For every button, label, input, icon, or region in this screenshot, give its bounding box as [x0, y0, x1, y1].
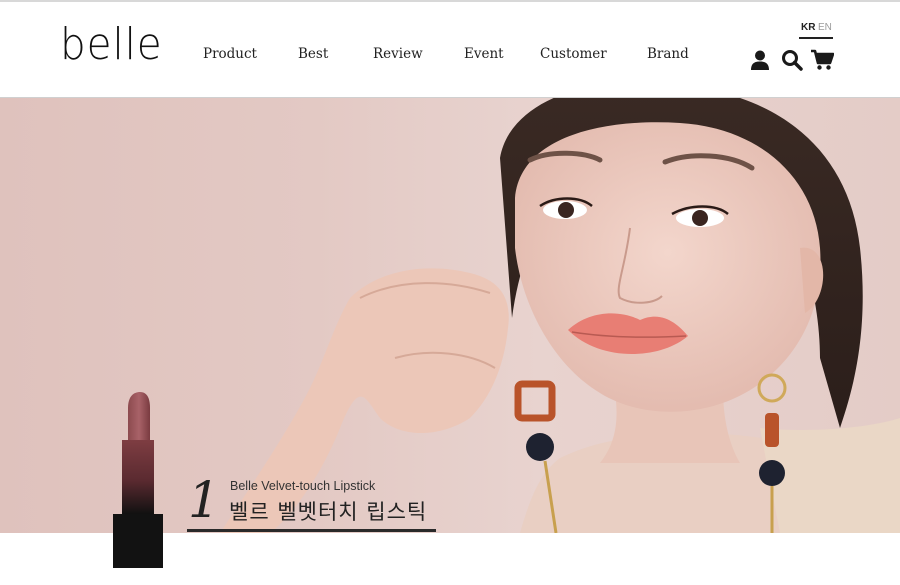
search-icon[interactable]: [781, 49, 803, 71]
user-icon[interactable]: [749, 49, 771, 71]
nav-item-brand[interactable]: Brand: [647, 46, 689, 62]
lang-kr[interactable]: KR: [801, 22, 815, 33]
nav-item-customer[interactable]: Customer: [540, 46, 607, 62]
lang-en[interactable]: EN: [818, 22, 832, 33]
lang-underline: [799, 37, 833, 39]
site-header: belle Product Best Review Event Customer…: [0, 2, 900, 97]
nav-item-review[interactable]: Review: [373, 46, 423, 62]
cart-icon[interactable]: [810, 49, 834, 71]
nav-item-event[interactable]: Event: [464, 46, 504, 62]
lipstick-product-image[interactable]: [110, 390, 166, 570]
nav-item-best[interactable]: Best: [298, 46, 328, 62]
nav-item-product[interactable]: Product: [203, 46, 257, 62]
